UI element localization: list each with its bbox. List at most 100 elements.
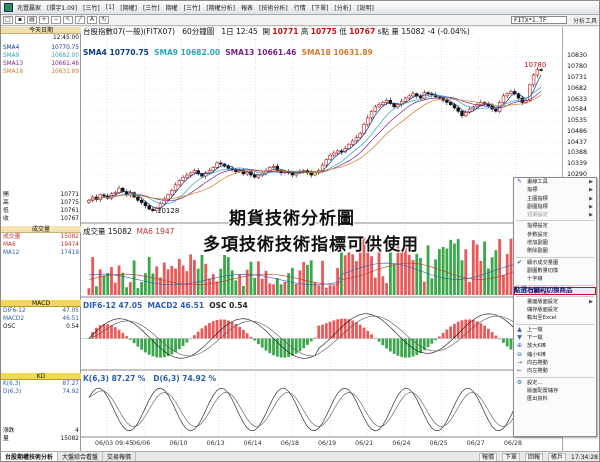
candle-body <box>170 190 174 196</box>
context-menu-label: 設定... <box>527 379 543 386</box>
menu-item[interactable]: [環宇1.09] <box>45 3 79 12</box>
analysis-tools-menu[interactable]: 分析工具 <box>569 16 599 25</box>
menu-item[interactable]: [說明] <box>355 3 376 12</box>
context-menu-item[interactable]: ▲ 上一檔 <box>514 326 596 334</box>
context-menu-item[interactable]: 版面配置儲存 <box>514 387 596 395</box>
context-menu-item[interactable]: 輸出至Excel <box>514 314 596 322</box>
x-tick-label: 06/13 <box>206 440 225 447</box>
low-annotation: 10128 <box>157 207 180 215</box>
menu-item[interactable]: 期權 <box>164 3 180 12</box>
context-menu-item[interactable]: 參數設定 <box>514 231 596 239</box>
refresh-icon[interactable]: ↻ <box>99 16 109 24</box>
volume-bar <box>170 265 174 295</box>
macd-osc-bar <box>196 331 200 339</box>
x-tick-label: 06/21 <box>355 440 374 447</box>
macd-osc-bar <box>336 319 340 339</box>
menu-item[interactable]: 兆豐贏家 <box>15 3 43 12</box>
print-icon[interactable]: ▤ <box>27 16 37 24</box>
context-menu-item[interactable]: 副圖數量切換 <box>514 267 596 275</box>
status-account[interactable]: 帳戶 <box>548 453 567 461</box>
macd-osc-bar <box>381 338 385 346</box>
menu-item[interactable]: [期權] <box>118 3 139 12</box>
sma9-label: SMA9 <box>3 53 20 59</box>
candle-body <box>403 97 408 102</box>
macd-osc-bar <box>317 325 321 339</box>
volume-bar <box>147 256 151 295</box>
tab-market-overview[interactable]: 大盤綜合看盤 <box>58 452 104 461</box>
volume-bar <box>155 266 159 295</box>
volume-bar <box>279 284 283 295</box>
menu-item[interactable]: [1] <box>104 4 117 11</box>
context-menu-item[interactable]: 畫面版面設定 ▶ <box>514 298 596 306</box>
y-tick-label: 10633 <box>567 95 588 103</box>
symbol-input[interactable]: FITX*1.TF <box>510 16 567 24</box>
tab-futures-analysis[interactable]: 台股期權技術分析 <box>1 452 59 461</box>
context-menu-item[interactable]: ⊕ 放大K棒 <box>514 342 596 350</box>
status-report[interactable]: 回報 <box>525 453 544 461</box>
menu-item[interactable]: [三竹] <box>182 3 203 12</box>
context-menu-item[interactable]: 指標設定 <box>514 222 596 230</box>
line-tool-icon[interactable]: ╱ <box>75 16 85 24</box>
menu-item[interactable]: 報表 <box>239 3 255 12</box>
volume-bar <box>208 278 211 295</box>
zoom-out-icon[interactable]: − <box>51 16 61 24</box>
volume-bar <box>370 256 373 295</box>
context-menu-item[interactable]: 十字線 <box>514 275 596 283</box>
high-row: 高 10775 <box>1 199 81 207</box>
save-icon[interactable]: ▪ <box>15 16 25 24</box>
candle-body <box>539 69 543 71</box>
menu-item[interactable]: [分析] <box>332 3 353 12</box>
zoom-in-icon[interactable]: + <box>39 16 49 24</box>
menu-item[interactable]: [三竹] <box>141 3 162 12</box>
macd-osc-bar <box>351 320 355 339</box>
text-tool-icon[interactable]: A <box>87 16 97 24</box>
cursor-icon[interactable]: ↖ <box>63 16 73 24</box>
open-row: 開 10771 <box>1 191 81 199</box>
context-menu-item[interactable]: 主圖指標 ▶ <box>514 195 596 203</box>
volume-bar <box>136 288 140 295</box>
context-menu-item[interactable]: ⊖ 縮小K棒 <box>514 351 596 359</box>
context-menu-item[interactable]: 週期設定 ▶ <box>514 211 596 219</box>
ma-line-sma4 <box>88 74 542 209</box>
context-menu-item[interactable]: 匯出資料 <box>514 395 596 403</box>
context-menu-label: 向右捲動 <box>527 359 548 366</box>
context-menu-item[interactable]: 刪除副圖 <box>514 247 596 255</box>
status-quote[interactable]: 報價 <box>478 453 497 461</box>
context-menu[interactable]: ✎ 畫線工具 ▶ 指標 ▶ 主圖指標 ▶ 副圖指標 ▶ 週期設定 ▶ 指標設定 參數設定 增加副圖 刪除副圖… <box>513 177 597 437</box>
menu-item[interactable]: 行情 <box>292 3 308 12</box>
submenu-arrow-icon: ▶ <box>589 195 593 202</box>
menu-item[interactable]: [期權分析] <box>204 3 237 12</box>
context-menu-item[interactable]: 增加副圖 <box>514 239 596 247</box>
macd-osc-bar <box>193 335 196 339</box>
context-menu-item[interactable]: 副圖指標 ▶ <box>514 203 596 211</box>
legend-sma18: SMA18 10631.89 <box>302 48 373 57</box>
volume-bar <box>392 264 396 295</box>
menu-item[interactable]: [三竹] <box>81 3 102 12</box>
context-menu-item[interactable]: ✎ 畫線工具 ▶ <box>514 178 596 186</box>
context-menu-item[interactable]: ▼ 下一檔 <box>514 334 596 342</box>
context-menu-item[interactable]: → 向右捲動 <box>514 359 596 367</box>
volume-bar <box>336 267 340 295</box>
status-bar: 台股期權技術分析 大盤綜合看盤 交易報價 報價 下單 回報 帳戶 17:34:2… <box>1 451 599 461</box>
context-menu-item[interactable]: ⚙ 設定... <box>514 379 596 387</box>
menu-item[interactable]: [技術分析] <box>257 3 290 12</box>
context-menu-item[interactable]: ✔ 顯示成交量圖 <box>514 259 596 267</box>
volume-bar <box>377 251 381 295</box>
context-menu-label: 增加副圖 <box>527 240 548 247</box>
low-label: 低 <box>3 208 9 214</box>
context-menu-item[interactable]: 指標 ▶ <box>514 186 596 194</box>
menu-item[interactable]: [下單] <box>310 3 331 12</box>
status-order[interactable]: 下單 <box>502 453 521 461</box>
macd-osc-bar <box>147 338 151 355</box>
tab-quotes[interactable]: 交易報價 <box>103 452 137 461</box>
volume-bar <box>200 254 204 295</box>
macd-osc-bar <box>287 338 291 357</box>
change-pct-header: (-0.04%) <box>437 27 470 36</box>
context-menu-item[interactable]: ← 向左捲動 <box>514 367 596 375</box>
candle-body <box>328 154 332 160</box>
context-menu-item[interactable]: 儲存版面設定 <box>514 306 596 314</box>
y-tick-label: 10535 <box>567 117 588 125</box>
new-window-icon[interactable]: □ <box>3 16 13 24</box>
candle-body <box>445 99 449 103</box>
macd-osc-bar <box>486 328 490 339</box>
